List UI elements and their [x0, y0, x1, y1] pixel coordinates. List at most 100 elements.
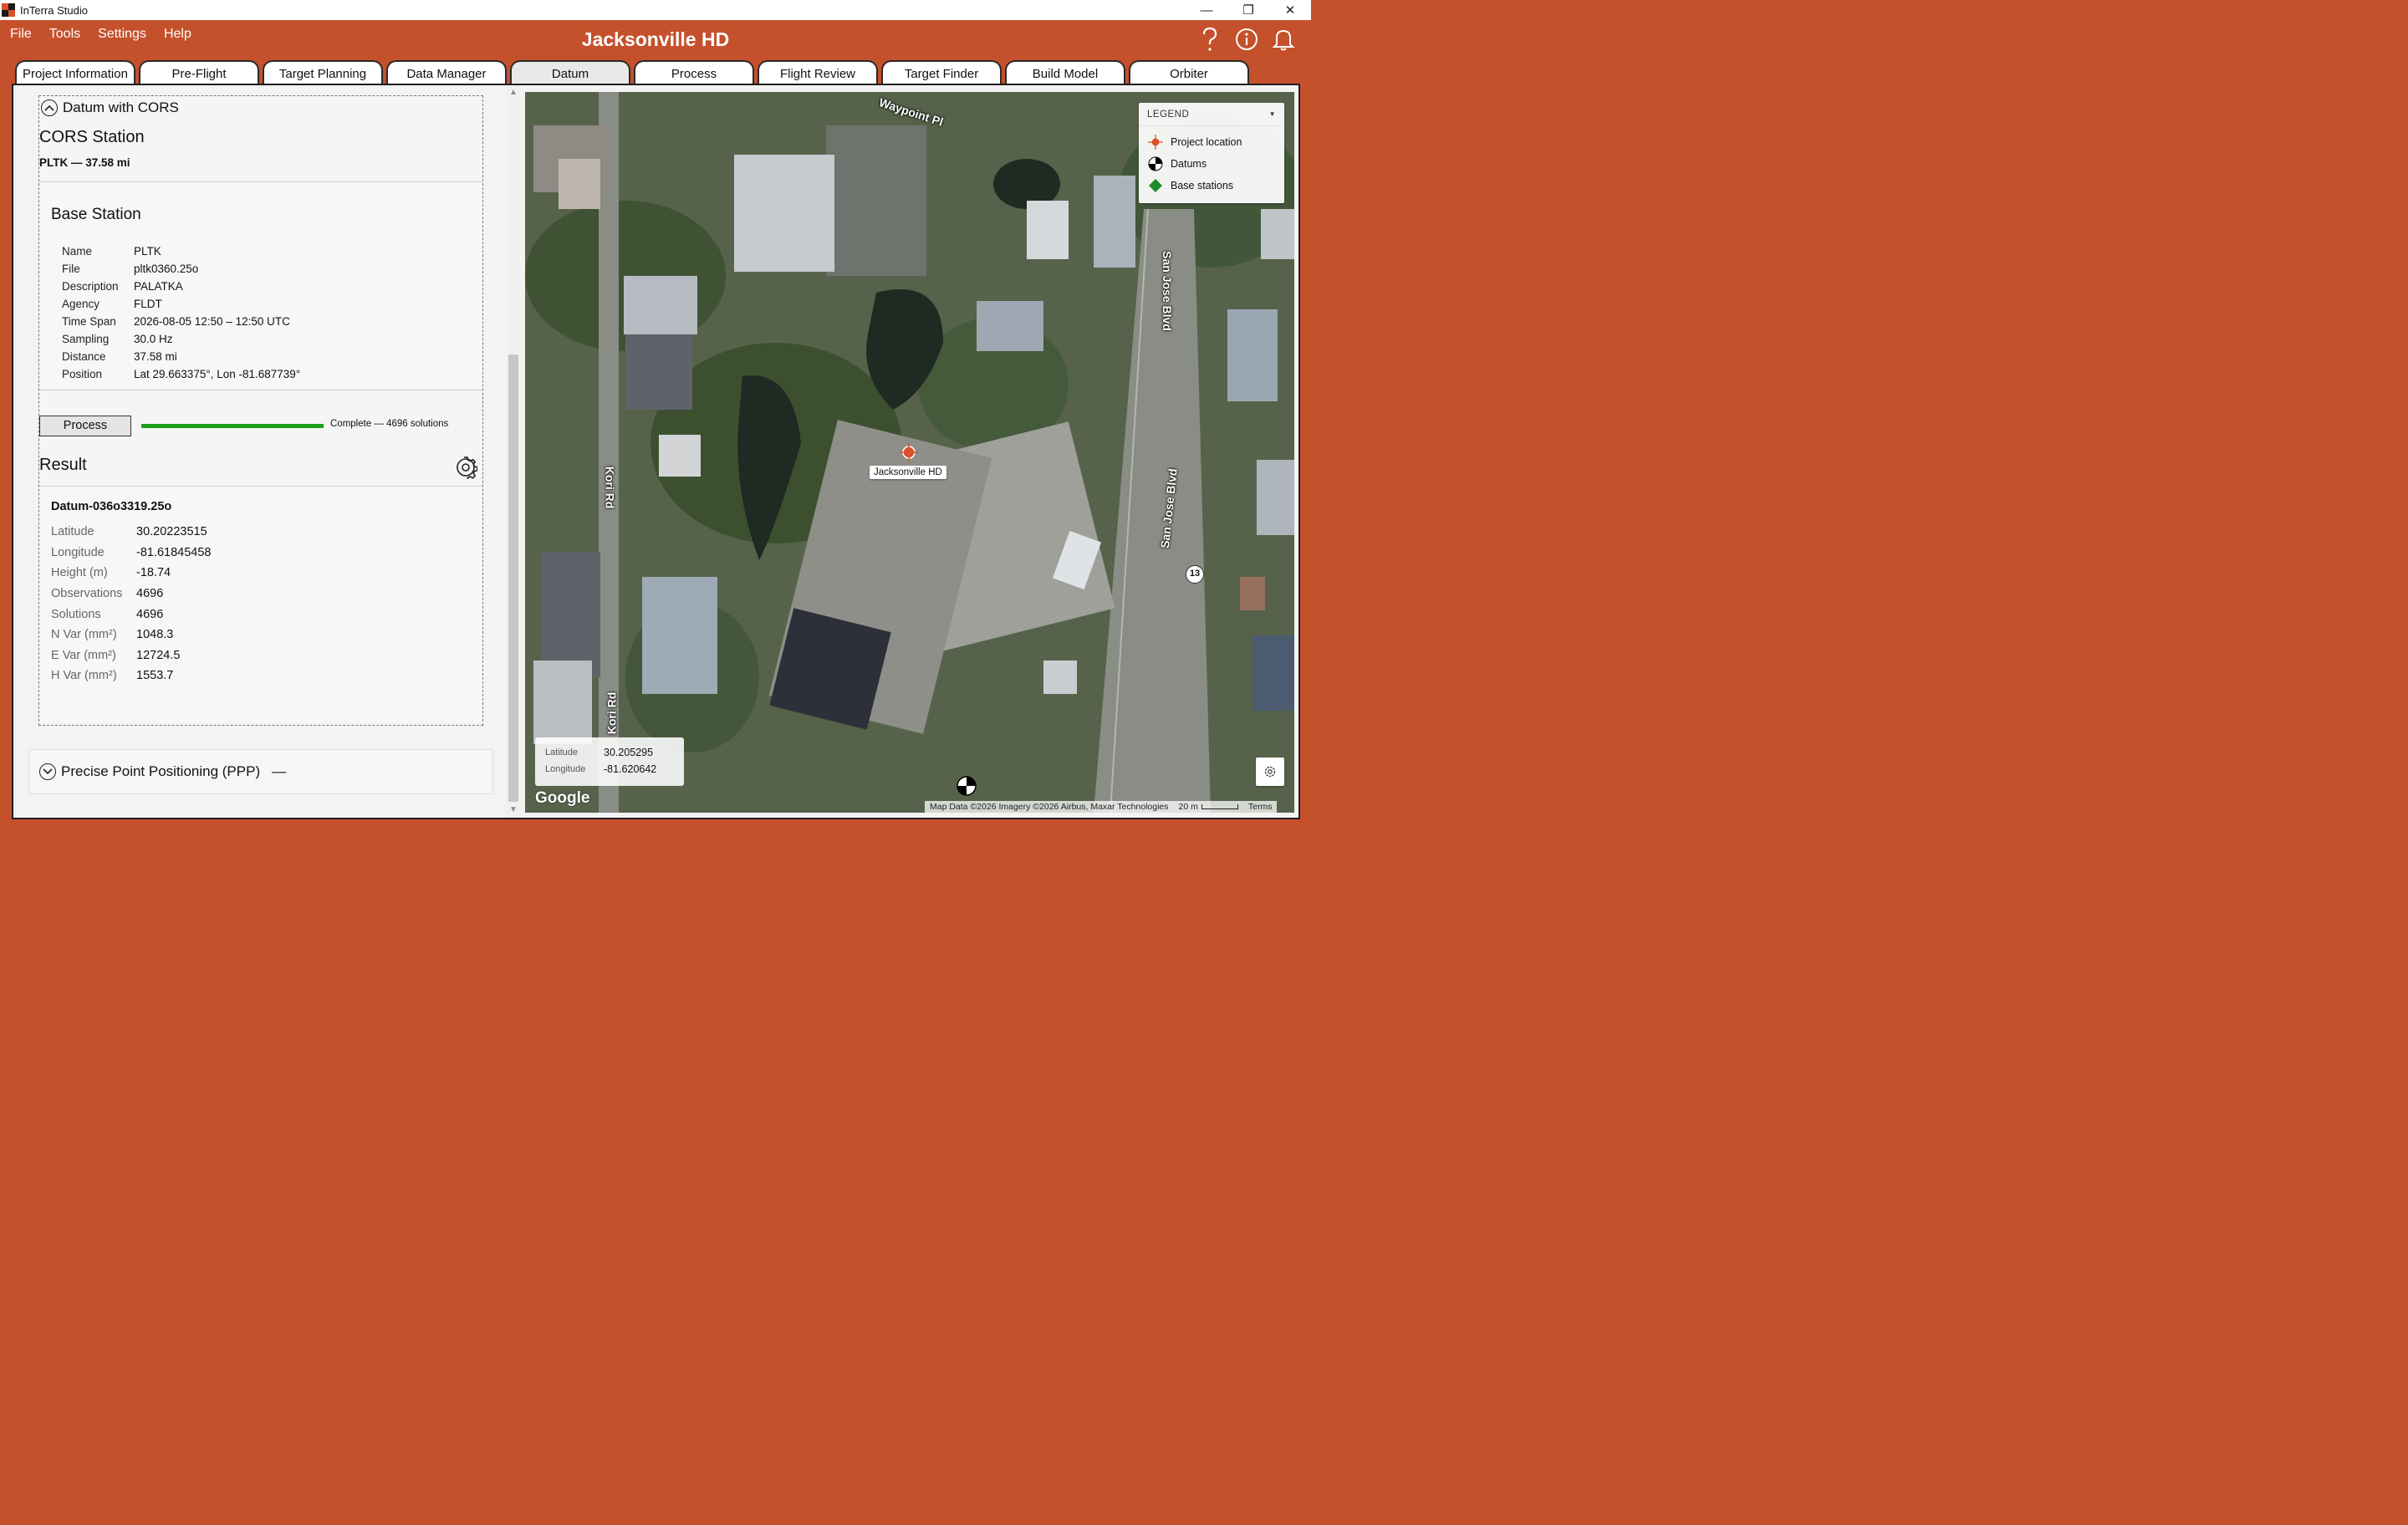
ppp-section-header[interactable]: Precise Point Positioning (PPP) — — [28, 749, 493, 794]
street-label: San Jose Blvd — [1160, 251, 1174, 331]
map-legend: LEGEND ▼ Project location Datums Base st… — [1139, 103, 1284, 203]
scroll-up-icon[interactable]: ▲ — [507, 87, 520, 99]
field-row: File pltk0360.25o — [62, 260, 300, 278]
result-row: H Var (mm²) 1553.7 — [51, 666, 212, 686]
field-key: Position — [62, 368, 103, 380]
menu-tools[interactable]: Tools — [49, 27, 80, 42]
tab-process[interactable]: Process — [634, 60, 754, 85]
close-button[interactable]: ✕ — [1269, 0, 1311, 20]
field-row: Name PLTK — [62, 242, 300, 260]
legend-toggle-icon[interactable]: ▼ — [1269, 110, 1276, 118]
scale-bar[interactable]: 20 m — [1179, 802, 1238, 812]
tab-target-finder[interactable]: Target Finder — [881, 60, 1002, 85]
field-value: FLDT — [134, 298, 162, 310]
map-attribution-bar: Map Data ©2026 Imagery ©2026 Airbus, Max… — [925, 801, 1278, 813]
cursor-coordinates: Latitude 30.205295 Longitude -81.620642 — [535, 737, 684, 786]
tab-build-model[interactable]: Build Model — [1005, 60, 1125, 85]
cors-station-title: CORS Station — [39, 128, 145, 146]
result-value: 4696 — [136, 587, 164, 601]
menu-settings[interactable]: Settings — [98, 27, 146, 42]
tab-flight-review[interactable]: Flight Review — [758, 60, 878, 85]
menu-bar: File Tools Settings Help — [10, 27, 209, 42]
coord-label: Latitude — [545, 747, 579, 757]
datum-file-name: Datum-036o3319.25o — [51, 500, 172, 513]
result-row: Latitude 30.20223515 — [51, 522, 212, 543]
street-label: Kori Rd — [605, 691, 619, 735]
result-fields: Latitude 30.20223515 Longitude -81.6184545… — [51, 522, 212, 686]
section-title: Datum with CORS — [63, 99, 179, 115]
title-bar: InTerra Studio — ❐ ✕ — [0, 0, 1311, 20]
result-value: 1553.7 — [136, 669, 174, 683]
scroll-down-icon[interactable]: ▼ — [507, 804, 520, 816]
field-key: Agency — [62, 298, 100, 310]
satellite-map[interactable]: Waypoint Pl San Jose Blvd San Jose Blvd … — [525, 92, 1294, 813]
process-button[interactable]: Process — [39, 416, 131, 436]
menu-help[interactable]: Help — [164, 27, 191, 42]
result-row: Longitude -81.61845458 — [51, 543, 212, 564]
result-row: E Var (mm²) 12724.5 — [51, 645, 212, 666]
field-key: Description — [62, 280, 119, 293]
attribution-text[interactable]: Map Data ©2026 Imagery ©2026 Airbus, Max… — [930, 802, 1169, 812]
result-row: Observations 4696 — [51, 584, 212, 604]
result-key: H Var (mm²) — [51, 669, 117, 683]
datum-panel: Datum with CORS CORS Station PLTK — 37.5… — [13, 85, 505, 818]
minimize-button[interactable]: — — [1186, 0, 1227, 20]
legend-label: Datums — [1171, 158, 1207, 170]
collapse-chevron-icon[interactable] — [41, 99, 58, 116]
route-shield: 13 — [1186, 565, 1204, 584]
scale-label: 20 m — [1178, 802, 1198, 812]
coord-value: -81.620642 — [604, 763, 657, 775]
result-value: -18.74 — [136, 566, 171, 580]
left-panel-scrollbar[interactable]: ▲ ▼ — [507, 85, 520, 818]
result-settings-gear-icon[interactable] — [454, 456, 478, 481]
result-row: N Var (mm²) 1048.3 — [51, 625, 212, 645]
coord-row: Longitude -81.620642 — [545, 761, 674, 778]
project-location-marker-icon[interactable] — [900, 443, 918, 466]
field-row: Distance 37.58 mi — [62, 348, 300, 365]
tab-project-information[interactable]: Project Information — [15, 60, 135, 85]
expand-chevron-icon[interactable] — [39, 763, 56, 780]
coord-label: Longitude — [545, 764, 586, 774]
project-marker-label: Jacksonville HD — [870, 466, 946, 479]
map-settings-gear-icon[interactable] — [1256, 757, 1284, 786]
coord-row: Latitude 30.205295 — [545, 744, 674, 761]
field-key: Time Span — [62, 315, 116, 328]
main-frame: Datum with CORS CORS Station PLTK — 37.5… — [12, 84, 1300, 819]
street-label: Kori Rd — [603, 466, 617, 509]
question-icon[interactable] — [1197, 27, 1222, 52]
legend-title: LEGEND — [1147, 109, 1190, 120]
tab-data-manager[interactable]: Data Manager — [386, 60, 507, 85]
tab-datum[interactable]: Datum — [510, 60, 630, 85]
tab-orbiter[interactable]: Orbiter — [1129, 60, 1249, 85]
scroll-thumb[interactable] — [508, 354, 518, 802]
base-station-card: Base Station Name PLTK File pltk0360.25o D… — [39, 181, 482, 390]
base-station-title: Base Station — [51, 206, 141, 223]
legend-label: Project location — [1171, 136, 1242, 148]
datum-marker-icon[interactable] — [957, 776, 977, 800]
ppp-status: — — [272, 763, 287, 779]
field-value: PLTK — [134, 245, 161, 258]
result-value: 30.20223515 — [136, 525, 207, 539]
field-row: Agency FLDT — [62, 295, 300, 313]
terms-link[interactable]: Terms — [1248, 802, 1273, 812]
result-value: -81.61845458 — [136, 545, 212, 559]
cors-station-summary: PLTK — 37.58 mi — [39, 156, 130, 169]
datum-with-cors-header[interactable]: Datum with CORS — [41, 99, 179, 116]
tab-target-planning[interactable]: Target Planning — [263, 60, 383, 85]
restore-button[interactable]: ❐ — [1227, 0, 1269, 20]
app-title: InTerra Studio — [20, 3, 88, 17]
field-row: Sampling 30.0 Hz — [62, 330, 300, 348]
field-value: 30.0 Hz — [134, 333, 173, 345]
result-key: Longitude — [51, 545, 105, 559]
tab-pre-flight[interactable]: Pre-Flight — [139, 60, 259, 85]
menu-file[interactable]: File — [10, 27, 32, 42]
ppp-title: Precise Point Positioning (PPP) — [61, 763, 261, 779]
field-key: Distance — [62, 350, 106, 363]
result-key: E Var (mm²) — [51, 648, 116, 662]
legend-header[interactable]: LEGEND ▼ — [1139, 103, 1284, 126]
field-key: Name — [62, 245, 93, 258]
bell-icon[interactable] — [1271, 27, 1296, 52]
field-value: pltk0360.25o — [134, 263, 199, 275]
info-icon[interactable] — [1234, 27, 1259, 52]
field-row: Time Span 2026-08-05 12:50 – 12:50 UTC — [62, 313, 300, 330]
